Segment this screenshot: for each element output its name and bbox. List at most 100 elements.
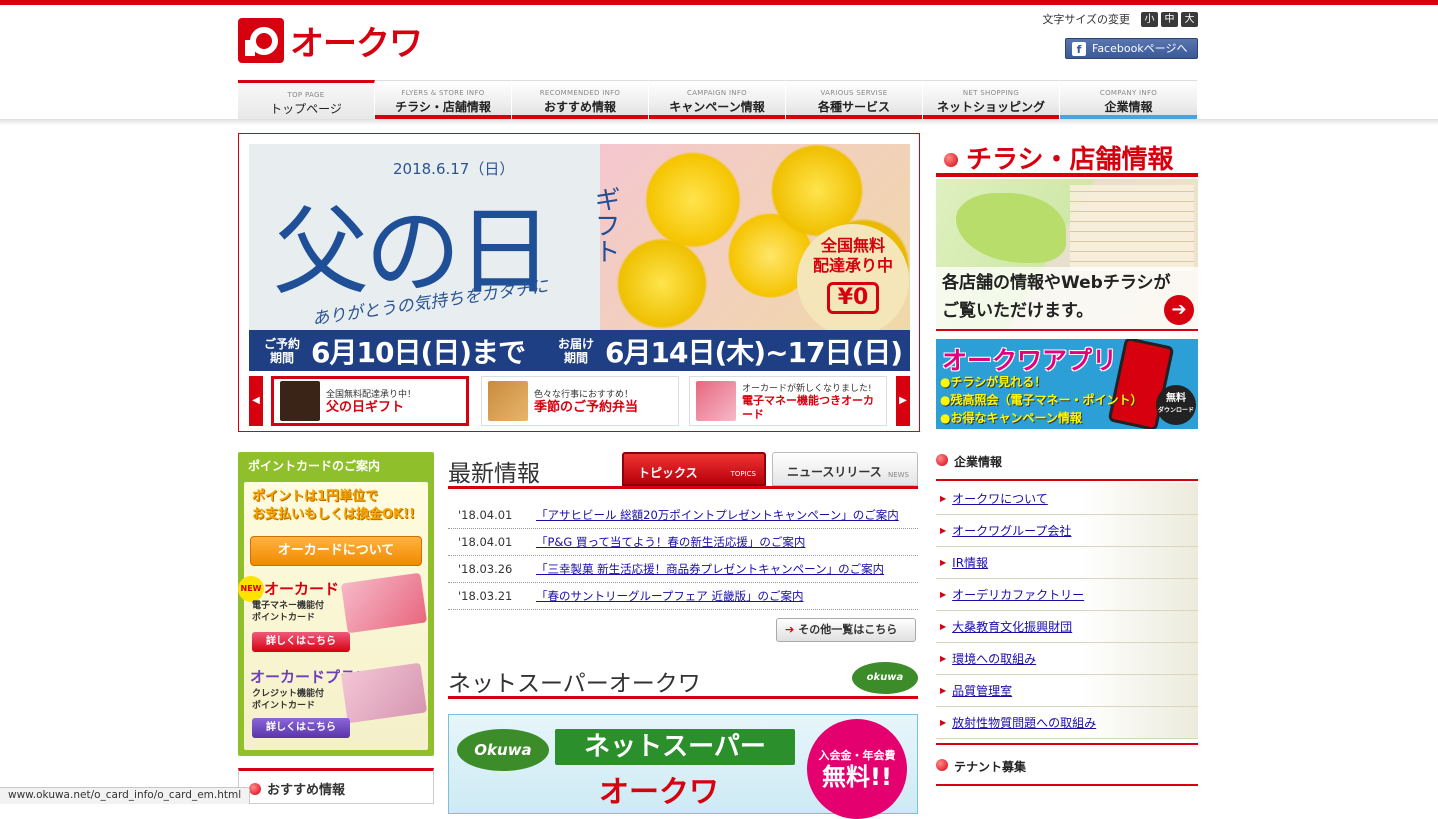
company-links-bottom-rule bbox=[936, 743, 1198, 745]
flyer-map-banner[interactable]: 各店舗の情報やWebチラシが ご覧いただけます。 ➔ bbox=[936, 179, 1198, 329]
nav-company[interactable]: COMPANY INFO 企業情報 bbox=[1060, 80, 1197, 119]
okuwa-logo-icon bbox=[238, 18, 284, 63]
o-card-name[interactable]: オーカード bbox=[264, 578, 339, 599]
news-item: '18.04.01 「P&G 買って当てよう！春の新生活応援」のご案内 bbox=[448, 529, 918, 556]
triangle-right-icon: ▶ bbox=[940, 686, 947, 695]
nav-en-label: VARIOUS SERVISE bbox=[820, 89, 888, 97]
company-link[interactable]: オーデリカファクトリー bbox=[952, 586, 1084, 603]
news-link[interactable]: 「アサヒビール 総額20万ポイントプレゼントキャンペーン」のご案内 bbox=[536, 507, 899, 523]
font-size-large-button[interactable]: 大 bbox=[1181, 11, 1198, 27]
news-link[interactable]: 「三幸製菓 新生活応援！商品券プレゼントキャンペーン」のご案内 bbox=[536, 561, 884, 577]
news-item: '18.03.21 「春のサントリーグループフェア 近畿版」のご案内 bbox=[448, 583, 918, 610]
font-size-medium-button[interactable]: 中 bbox=[1161, 11, 1178, 27]
net-super-banner-line2: オークワ bbox=[599, 775, 719, 810]
site-logo[interactable]: オークワ bbox=[238, 18, 423, 64]
o-card-plus-detail-button[interactable]: 詳しくはこちら bbox=[252, 718, 350, 738]
company-link-item[interactable]: ▶ オーデリカファクトリー bbox=[936, 579, 1198, 611]
news-item: '18.04.01 「アサヒビール 総額20万ポイントプレゼントキャンペーン」の… bbox=[448, 502, 918, 529]
company-link-item[interactable]: ▶ オークワについて bbox=[936, 483, 1198, 515]
company-link[interactable]: 環境への取組み bbox=[952, 650, 1036, 667]
news-list: '18.04.01 「アサヒビール 総額20万ポイントプレゼントキャンペーン」の… bbox=[448, 502, 918, 610]
company-link[interactable]: 品質管理室 bbox=[952, 682, 1012, 699]
nav-campaign[interactable]: CAMPAIGN INFO キャンペーン情報 bbox=[649, 80, 786, 119]
arrow-right-icon[interactable]: ➔ bbox=[1164, 295, 1194, 325]
company-link-item[interactable]: ▶ 大桑教育文化振興財団 bbox=[936, 611, 1198, 643]
o-card-detail-button[interactable]: 詳しくはこちら bbox=[252, 632, 350, 652]
news-item: '18.03.26 「三幸製菓 新生活応援！商品券プレゼントキャンペーン」のご案… bbox=[448, 556, 918, 583]
carousel-next-icon[interactable]: ▶ bbox=[896, 376, 910, 426]
carousel-item[interactable]: 全国無料配達承り中！ 父の日ギフト bbox=[271, 376, 469, 426]
news-date: '18.04.01 bbox=[458, 535, 513, 549]
nav-top-page[interactable]: TOP PAGE トップページ bbox=[238, 80, 375, 119]
company-link[interactable]: 放射性物質問題への取組み bbox=[952, 714, 1096, 731]
tab-news-release[interactable]: ニュースリリース NEWS bbox=[772, 452, 918, 486]
font-size-label: 文字サイズの変更 bbox=[1042, 13, 1130, 26]
news-date: '18.03.26 bbox=[458, 562, 513, 576]
company-link-item[interactable]: ▶ オークワグループ会社 bbox=[936, 515, 1198, 547]
facebook-label: Facebookページへ bbox=[1092, 42, 1188, 55]
point-card-heading: ポイントカードのご案内 bbox=[248, 459, 381, 473]
news-link[interactable]: 「P&G 買って当てよう！春の新生活応援」のご案内 bbox=[536, 534, 805, 550]
flyer-heading-rule bbox=[936, 173, 1198, 177]
company-link-item[interactable]: ▶ 品質管理室 bbox=[936, 675, 1198, 707]
nav-en-label: FLYERS & STORE INFO bbox=[401, 89, 485, 97]
fathers-day-banner[interactable]: 2018.6.17（日） 父の日 ギフト ありがとうの気持ちをカタチに 全国無料… bbox=[249, 144, 910, 371]
app-point: ●お得なキャンペーン情報 bbox=[940, 411, 1082, 425]
company-link-item[interactable]: ▶ IR情報 bbox=[936, 547, 1198, 579]
net-super-banner[interactable]: Okuwa ネットスーパー オークワ 入会金・年会費 無料!! bbox=[448, 714, 918, 819]
order-period-label: ご予約期間 bbox=[263, 336, 300, 365]
company-info-rule bbox=[936, 479, 1198, 481]
triangle-right-icon: ▶ bbox=[940, 590, 947, 599]
banner-period-strip: ご予約期間 6月10日(日)まで お届け期間 6月14日(木)~17日(日) bbox=[249, 330, 910, 371]
point-card-catch: ポイントは1円単位で お支払いもしくは換金OK!! bbox=[252, 489, 415, 522]
page-wrapper: オークワ 文字サイズの変更 小 中 大 f Facebookページへ TOP P… bbox=[0, 0, 1438, 819]
nav-jp-label: キャンペーン情報 bbox=[669, 100, 765, 114]
facebook-button[interactable]: f Facebookページへ bbox=[1065, 38, 1198, 59]
carousel-item[interactable]: オーカードが新しくなりました! 電子マネー機能つきオーカード bbox=[689, 376, 887, 426]
company-link[interactable]: 大桑教育文化振興財団 bbox=[952, 618, 1072, 635]
news-link[interactable]: 「春のサントリーグループフェア 近畿版」のご案内 bbox=[536, 588, 803, 604]
font-size-small-button[interactable]: 小 bbox=[1141, 11, 1158, 27]
free-line2: 配達承り中 bbox=[812, 256, 893, 275]
nav-recommended[interactable]: RECOMMENDED INFO おすすめ情報 bbox=[512, 80, 649, 119]
company-info-heading: 企業情報 bbox=[936, 453, 1002, 470]
app-point: ●チラシが見れる！ bbox=[940, 375, 1047, 389]
order-period-date: 6月10日(日)まで bbox=[311, 335, 526, 369]
company-link-item[interactable]: ▶ 放射性物質問題への取組み bbox=[936, 707, 1198, 739]
company-link-item[interactable]: ▶ 環境への取組み bbox=[936, 643, 1198, 675]
nav-jp-label: チラシ・店舗情報 bbox=[395, 100, 491, 114]
recommended-heading: おすすめ情報 bbox=[238, 768, 434, 804]
nav-en-label: NET SHOPPING bbox=[962, 89, 1020, 97]
carousel-prev-icon[interactable]: ◀ bbox=[249, 376, 263, 426]
company-link[interactable]: オークワグループ会社 bbox=[952, 522, 1071, 539]
nav-services[interactable]: VARIOUS SERVISE 各種サービス bbox=[786, 80, 923, 119]
company-link[interactable]: オークワについて bbox=[952, 490, 1048, 507]
company-link[interactable]: IR情報 bbox=[952, 554, 988, 571]
news-more-button[interactable]: ➔ その他一覧はこちら bbox=[776, 618, 916, 642]
delivery-period-date: 6月14日(木)~17日(日) bbox=[605, 335, 903, 369]
free-delivery-badge: 全国無料 配達承り中 ¥0 bbox=[797, 224, 909, 336]
carousel-item-sub: 全国無料配達承り中！ bbox=[326, 389, 417, 400]
tenant-heading: テナント募集 bbox=[936, 758, 1026, 775]
free-line1: 全国無料 bbox=[820, 236, 885, 255]
tenant-rule bbox=[936, 784, 1198, 786]
hero-slider: 2018.6.17（日） 父の日 ギフト ありがとうの気持ちをカタチに 全国無料… bbox=[238, 133, 920, 432]
banner-gift-label: ギフト bbox=[590, 186, 620, 264]
nav-flyers[interactable]: FLYERS & STORE INFO チラシ・店舗情報 bbox=[375, 80, 512, 119]
browser-status-bar: www.okuwa.net/o_card_info/o_card_em.html bbox=[0, 787, 251, 804]
tab-topics[interactable]: トピックス TOPICS bbox=[622, 452, 766, 486]
nav-shadow bbox=[0, 119, 1438, 125]
net-super-section: ネットスーパーオークワ okuwa Okuwa ネットスーパー オークワ 入会金… bbox=[448, 662, 918, 819]
carousel-item-title: 電子マネー機能つきオーカード bbox=[742, 393, 874, 421]
o-card-about-button[interactable]: オーカードについて bbox=[250, 536, 422, 566]
okuwa-app-banner[interactable]: オークワアプリ ●チラシが見れる！ ●残高照会（電子マネー・ポイント） ●お得な… bbox=[936, 339, 1198, 429]
flyer-heading[interactable]: チラシ・店舗情報 bbox=[936, 139, 1173, 176]
nav-jp-label: ネットショッピング bbox=[936, 100, 1045, 114]
map-land bbox=[956, 193, 1066, 263]
nav-net-shopping[interactable]: NET SHOPPING ネットショッピング bbox=[923, 80, 1060, 119]
o-card-plus-image[interactable] bbox=[340, 662, 428, 724]
triangle-right-icon: ▶ bbox=[940, 558, 947, 567]
o-card-image[interactable] bbox=[340, 572, 428, 634]
flyer-map-rule bbox=[936, 329, 1198, 331]
carousel-item[interactable]: 色々な行事におすすめ！ 季節のご予約弁当 bbox=[481, 376, 679, 426]
